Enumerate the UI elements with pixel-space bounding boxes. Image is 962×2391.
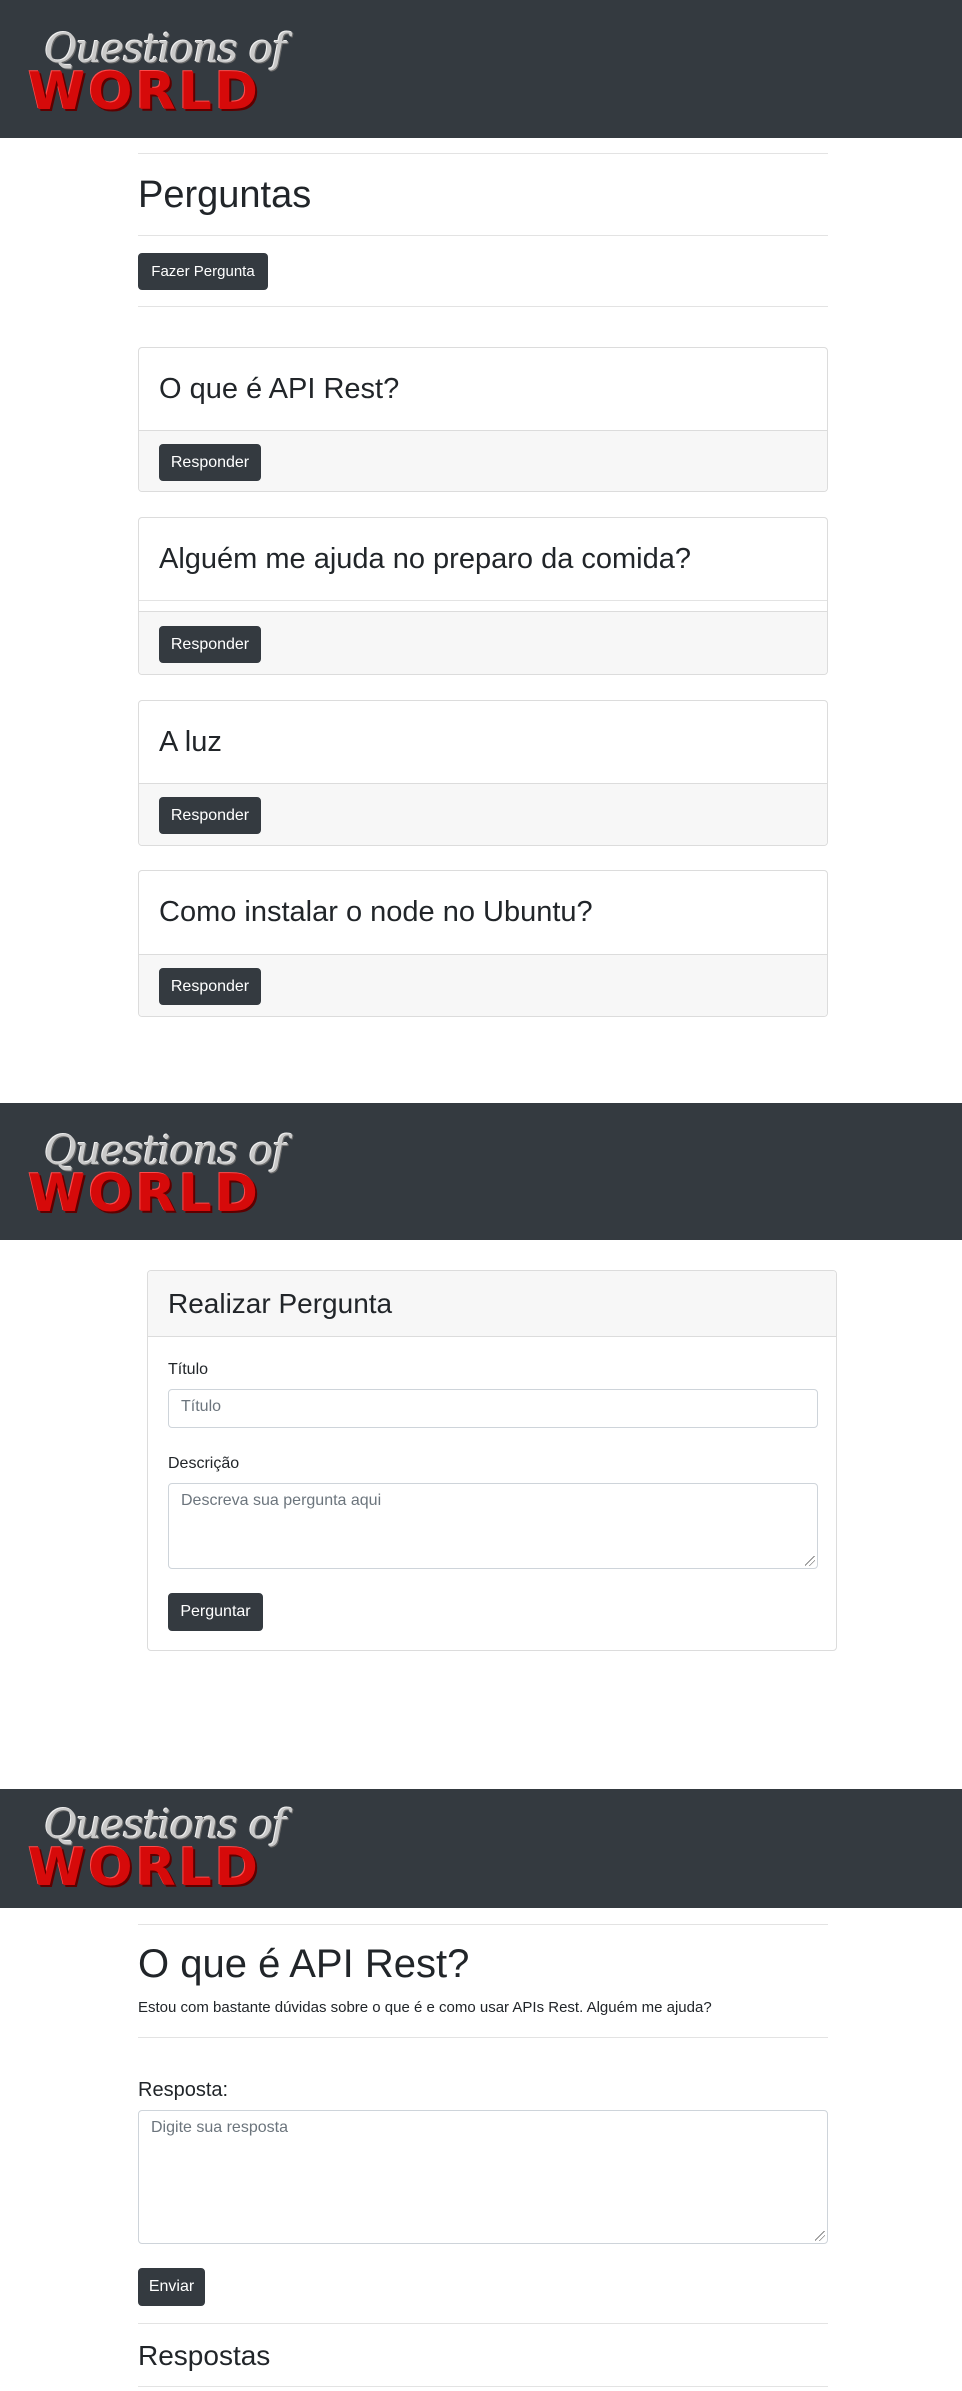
question-title: O que é API Rest? <box>138 1942 470 1986</box>
question-title: Alguém me ajuda no preparo da comida? <box>159 542 691 575</box>
title-input[interactable]: Título <box>168 1389 818 1428</box>
brand-logo[interactable]: Questions of WORLD <box>28 1794 287 1894</box>
submit-question-button[interactable]: Perguntar <box>168 1593 263 1631</box>
divider <box>138 2037 828 2038</box>
question-card-footer: Responder <box>139 430 827 491</box>
answer-label: Resposta: <box>138 2079 229 2101</box>
description-placeholder: Descreva sua pergunta aqui <box>181 1492 382 1509</box>
divider <box>138 306 828 307</box>
logo-wordmark: WORLD <box>28 1838 261 1898</box>
answer-button[interactable]: Responder <box>159 968 261 1005</box>
divider <box>138 2323 828 2324</box>
answer-textarea[interactable]: Digite sua resposta <box>138 2110 828 2244</box>
answer-button[interactable]: Responder <box>159 797 261 834</box>
resize-handle-icon[interactable] <box>815 2231 825 2241</box>
question-title: Como instalar o node no Ubuntu? <box>159 896 593 928</box>
question-card: A luz Responder <box>138 700 828 846</box>
question-title: O que é API Rest? <box>159 372 400 405</box>
description-textarea[interactable]: Descreva sua pergunta aqui <box>168 1483 818 1569</box>
divider <box>138 2386 828 2387</box>
answer-placeholder: Digite sua resposta <box>151 2119 288 2136</box>
answers-heading: Respostas <box>138 2340 271 2371</box>
question-title: A luz <box>159 725 222 758</box>
answer-button[interactable]: Responder <box>159 626 261 663</box>
brand-logo[interactable]: Questions of WORLD <box>28 1120 287 1220</box>
ask-question-card: Realizar Pergunta Título Título Descriçã… <box>147 1270 837 1651</box>
question-card: Alguém me ajuda no preparo da comida? Re… <box>138 517 828 675</box>
question-card: O que é API Rest? Responder <box>138 347 828 492</box>
divider <box>138 1924 828 1925</box>
question-card-footer: Responder <box>139 954 827 1016</box>
ask-question-header: Realizar Pergunta <box>148 1271 836 1337</box>
question-card: Como instalar o node no Ubuntu? Responde… <box>138 870 828 1017</box>
divider <box>138 235 828 236</box>
answer-button[interactable]: Responder <box>159 444 261 481</box>
question-description: Estou com bastante dúvidas sobre o que é… <box>138 1999 712 2016</box>
navbar: Questions of WORLD <box>0 0 962 138</box>
resize-handle-icon[interactable] <box>805 1556 815 1566</box>
navbar: Questions of WORLD <box>0 1789 962 1908</box>
send-answer-button[interactable]: Enviar <box>138 2268 205 2306</box>
question-card-footer: Responder <box>139 611 827 674</box>
question-card-footer: Responder <box>139 783 827 845</box>
logo-wordmark: WORLD <box>28 62 261 122</box>
page-title: Perguntas <box>138 174 312 216</box>
divider <box>138 153 828 154</box>
description-label: Descrição <box>168 1455 240 1472</box>
title-label: Título <box>168 1361 209 1378</box>
divider <box>139 600 827 601</box>
brand-logo[interactable]: Questions of WORLD <box>28 18 287 118</box>
ask-question-button[interactable]: Fazer Pergunta <box>138 253 268 290</box>
navbar: Questions of WORLD <box>0 1103 962 1240</box>
logo-wordmark: WORLD <box>28 1164 261 1224</box>
